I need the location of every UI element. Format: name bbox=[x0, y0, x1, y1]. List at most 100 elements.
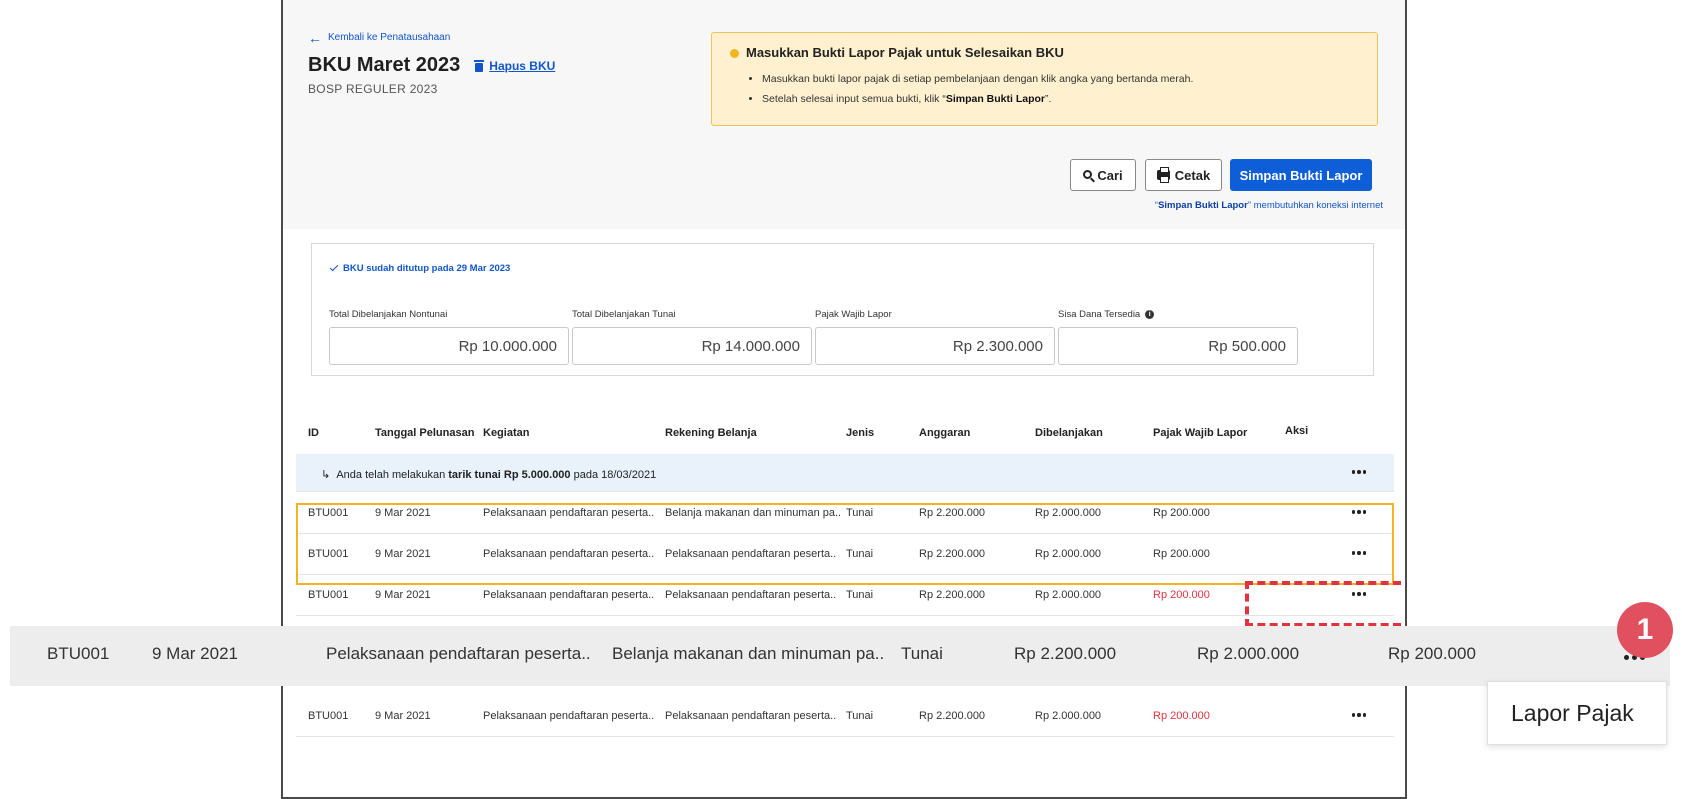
cell-account: Pelaksanaan pendaftaran peserta.. bbox=[665, 710, 837, 722]
cell-budget: Rp 2.200.000 bbox=[919, 710, 986, 722]
column-header: Kegiatan bbox=[483, 427, 530, 439]
cell-account: Pelaksanaan pendaftaran peserta.. bbox=[665, 589, 837, 601]
cell-id: BTU001 bbox=[308, 710, 349, 722]
metric-label: Total Dibelanjakan Tunai bbox=[572, 309, 676, 320]
notice-item-text: ”. bbox=[1045, 93, 1052, 105]
cell-budget: Rp 2.200.000 bbox=[919, 507, 986, 519]
metric-label: Pajak Wajib Lapor bbox=[815, 309, 892, 320]
cell-activity: Pelaksanaan pendaftaran peserta.. bbox=[483, 507, 655, 519]
notice-item: Setelah selesai input semua bukti, klik … bbox=[762, 93, 1193, 105]
cell-activity: Pelaksanaan pendaftaran peserta.. bbox=[483, 589, 655, 601]
print-button[interactable]: Cetak bbox=[1145, 159, 1222, 191]
row-actions-button[interactable] bbox=[1347, 585, 1371, 603]
metric-label: Sisa Dana Tersedia i bbox=[1058, 309, 1298, 320]
table-row: BTU001 9 Mar 2021 Pelaksanaan pendaftara… bbox=[296, 493, 1394, 534]
row-actions-button[interactable] bbox=[1347, 463, 1371, 481]
back-link-label: Kembali ke Penatausahaan bbox=[328, 32, 451, 43]
search-icon bbox=[1083, 169, 1093, 179]
cell-account: Pelaksanaan pendaftaran peserta.. bbox=[665, 548, 837, 560]
trash-icon bbox=[474, 59, 485, 72]
page-subtitle: BOSP REGULER 2023 bbox=[308, 82, 438, 96]
info-icon[interactable]: i bbox=[1145, 310, 1155, 319]
column-header: Rekening Belanja bbox=[665, 427, 757, 439]
tax-notice: Masukkan Bukti Lapor Pajak untuk Selesai… bbox=[711, 32, 1378, 126]
search-button-label: Cari bbox=[1097, 167, 1123, 183]
notice-item: Masukkan bukti lapor pajak di setiap pem… bbox=[762, 73, 1193, 85]
cell-tax[interactable]: Rp 200.000 bbox=[1153, 710, 1210, 722]
column-header: Dibelanjakan bbox=[1035, 427, 1103, 439]
table-row: BTU001 9 Mar 2021 Pelaksanaan pendaftara… bbox=[296, 696, 1394, 737]
zoom-cell-budget: Rp 2.200.000 bbox=[1014, 644, 1117, 663]
cell-spent: Rp 2.000.000 bbox=[1035, 548, 1102, 560]
zoom-cell-activity: Pelaksanaan pendaftaran peserta.. bbox=[326, 644, 591, 663]
menu-item-lapor-pajak[interactable]: Lapor Pajak bbox=[1487, 681, 1667, 745]
cell-date: 9 Mar 2021 bbox=[375, 710, 431, 722]
cell-date: 9 Mar 2021 bbox=[375, 507, 431, 519]
zoom-cell-id: BTU001 bbox=[47, 644, 110, 663]
print-button-label: Cetak bbox=[1174, 167, 1211, 183]
check-icon bbox=[329, 262, 339, 272]
notice-item-text: Setelah selesai input semua bukti, klik … bbox=[762, 93, 946, 105]
row-actions-button[interactable] bbox=[1347, 544, 1371, 562]
zoom-cell-date: 9 Mar 2021 bbox=[152, 644, 238, 663]
info-text: Anda telah melakukan bbox=[336, 469, 449, 481]
cell-type: Tunai bbox=[846, 548, 874, 560]
column-header: Tanggal Pelunasan bbox=[375, 427, 475, 439]
metric-value: Rp 500.000 bbox=[1058, 327, 1298, 365]
row-actions-button[interactable] bbox=[1347, 503, 1371, 521]
info-text: pada 18/03/2021 bbox=[570, 469, 657, 481]
column-header: Jenis bbox=[846, 427, 875, 439]
cell-activity: Pelaksanaan pendaftaran peserta.. bbox=[483, 710, 655, 722]
metric-nontunai: Total Dibelanjakan Nontunai Rp 10.000.00… bbox=[329, 309, 569, 365]
metric-value: Rp 10.000.000 bbox=[329, 327, 569, 365]
hint-bold: Simpan Bukti Lapor bbox=[1158, 200, 1248, 211]
arrow-left-icon: ← bbox=[308, 29, 322, 46]
cell-type: Tunai bbox=[846, 507, 874, 519]
cell-id: BTU001 bbox=[308, 548, 349, 560]
metric-label: Total Dibelanjakan Nontunai bbox=[329, 309, 448, 320]
notice-list: Masukkan bukti lapor pajak di setiap pem… bbox=[762, 73, 1193, 113]
cell-tax[interactable]: Rp 200.000 bbox=[1153, 589, 1210, 601]
back-link[interactable]: ← Kembali ke Penatausahaan bbox=[308, 29, 451, 46]
cell-type: Tunai bbox=[846, 589, 874, 601]
metric-label-text: Sisa Dana Tersedia bbox=[1058, 309, 1141, 320]
zoom-cell-tax[interactable]: Rp 200.000 bbox=[1388, 644, 1476, 664]
table-header: ID Tanggal Pelunasan Kegiatan Rekening B… bbox=[296, 408, 1394, 453]
column-header: ID bbox=[308, 427, 319, 439]
column-header: Anggaran bbox=[919, 427, 971, 439]
cell-id: BTU001 bbox=[308, 507, 349, 519]
cell-account: Belanja makanan dan minuman pa.. bbox=[665, 507, 842, 519]
notice-item-bold: Simpan Bukti Lapor bbox=[945, 93, 1046, 105]
closed-status: BKU sudah ditutup pada 29 Mar 2023 bbox=[329, 262, 511, 274]
withdrawal-info: ↳ Anda telah melakukan tarik tunai Rp 5.… bbox=[321, 468, 656, 481]
zoom-cell-account: Belanja makanan dan minuman pa.. bbox=[612, 644, 885, 663]
cell-tax[interactable]: Rp 200.000 bbox=[1153, 548, 1210, 560]
cell-activity: Pelaksanaan pendaftaran peserta.. bbox=[483, 548, 655, 560]
cash-withdrawal-row: ↳ Anda telah melakukan tarik tunai Rp 5.… bbox=[296, 454, 1394, 492]
cell-date: 9 Mar 2021 bbox=[375, 548, 431, 560]
row-actions-button[interactable] bbox=[1347, 706, 1371, 724]
notice-title: Masukkan Bukti Lapor Pajak untuk Selesai… bbox=[746, 45, 1064, 60]
cell-spent: Rp 2.000.000 bbox=[1035, 710, 1102, 722]
cell-tax[interactable]: Rp 200.000 bbox=[1153, 507, 1210, 519]
zoomed-row: BTU001 9 Mar 2021 Pelaksanaan pendaftara… bbox=[10, 626, 1670, 686]
save-report-button[interactable]: Simpan Bukti Lapor bbox=[1230, 159, 1372, 191]
column-header: Aksi bbox=[1285, 425, 1309, 437]
metric-tunai: Total Dibelanjakan Tunai Rp 14.000.000 bbox=[572, 309, 812, 365]
table-row: BTU001 9 Mar 2021 Pelaksanaan pendaftara… bbox=[296, 534, 1394, 575]
metric-value: Rp 14.000.000 bbox=[572, 327, 812, 365]
table-row: BTU001 9 Mar 2021 Pelaksanaan pendaftara… bbox=[296, 575, 1394, 616]
cell-budget: Rp 2.200.000 bbox=[919, 548, 986, 560]
cell-type: Tunai bbox=[846, 710, 874, 722]
column-header: Pajak Wajib Lapor bbox=[1153, 427, 1248, 439]
closed-status-text: BKU sudah ditutup pada 29 Mar 2023 bbox=[343, 263, 511, 274]
metric-value: Rp 2.300.000 bbox=[815, 327, 1055, 365]
metric-pajak: Pajak Wajib Lapor Rp 2.300.000 bbox=[815, 309, 1055, 365]
zoom-cell-spent: Rp 2.000.000 bbox=[1197, 644, 1300, 663]
page-header: ← Kembali ke Penatausahaan BKU Maret 202… bbox=[283, 0, 1405, 229]
cell-spent: Rp 2.000.000 bbox=[1035, 507, 1102, 519]
delete-bku-link[interactable]: Hapus BKU bbox=[474, 59, 555, 73]
title-row: BKU Maret 2023 Hapus BKU bbox=[308, 54, 555, 77]
search-button[interactable]: Cari bbox=[1070, 159, 1136, 191]
save-hint: “Simpan Bukti Lapor” membutuhkan koneksi… bbox=[1083, 200, 1383, 211]
